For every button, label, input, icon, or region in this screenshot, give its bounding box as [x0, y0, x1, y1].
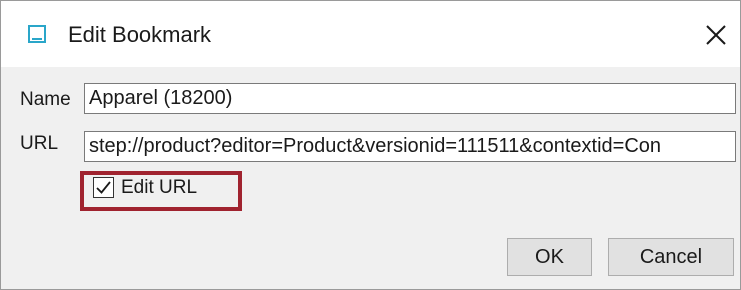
edit-url-checkbox[interactable]	[93, 177, 114, 198]
close-button[interactable]	[694, 15, 738, 55]
name-label: Name	[20, 89, 71, 110]
cancel-button[interactable]: Cancel	[608, 238, 734, 276]
url-field[interactable]: step://product?editor=Product&versionid=…	[84, 131, 736, 162]
checkmark-icon	[96, 181, 111, 194]
edit-url-label[interactable]: Edit URL	[121, 177, 197, 199]
title-bar: Edit Bookmark	[1, 1, 740, 67]
edit-bookmark-dialog: Edit Bookmark Name Apparel (18200) URL s…	[0, 0, 741, 290]
url-label: URL	[20, 133, 59, 154]
dialog-body: Name Apparel (18200) URL step://product?…	[1, 67, 740, 289]
name-field[interactable]: Apparel (18200)	[84, 83, 736, 114]
dialog-title: Edit Bookmark	[68, 22, 212, 47]
ok-button[interactable]: OK	[507, 238, 592, 276]
close-icon	[706, 25, 726, 45]
bookmark-window-icon	[28, 25, 46, 43]
